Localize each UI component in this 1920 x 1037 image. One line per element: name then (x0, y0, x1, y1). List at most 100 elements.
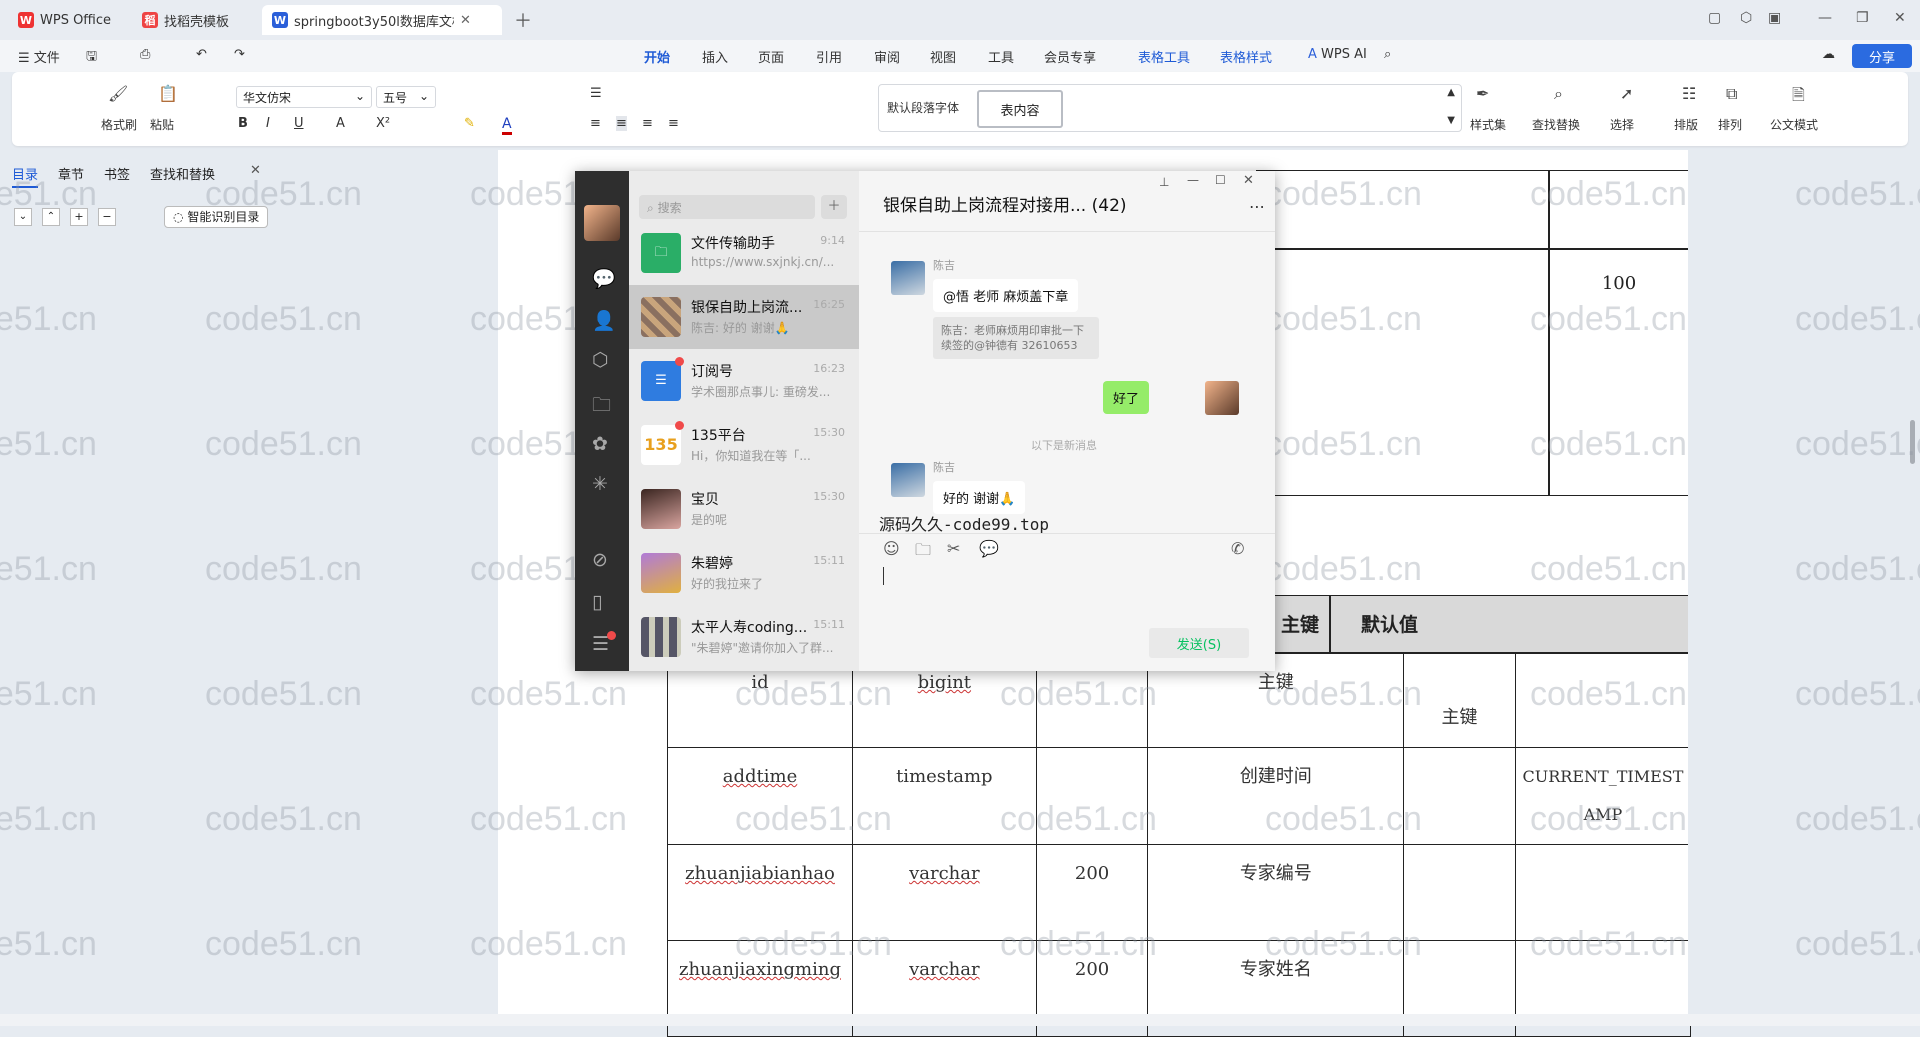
list-item[interactable]: ☰ 订阅号 16:23 学术圈那点事儿: 重磅发... (629, 349, 859, 413)
new-tab-icon[interactable]: ＋ (514, 7, 532, 33)
format-painter-label[interactable]: 格式刷 (101, 116, 137, 133)
find-icon[interactable]: ⌕ (1554, 84, 1563, 104)
arrange-label[interactable]: 排列 (1718, 116, 1742, 133)
tab-table-style[interactable]: 表格样式 (1220, 47, 1272, 66)
tab-tools[interactable]: 工具 (988, 47, 1014, 66)
nav-tab-find[interactable]: 查找和替换 (150, 164, 215, 183)
superscript-icon[interactable]: X² (376, 116, 390, 131)
style-table-content[interactable]: 表内容 (977, 90, 1063, 128)
tab-templates[interactable]: 稻 找稻壳模板 (132, 5, 239, 35)
bold-icon[interactable]: B (238, 116, 248, 131)
link-icon[interactable]: ⊘ (592, 549, 608, 571)
tab-page[interactable]: 页面 (758, 47, 784, 66)
redo-icon[interactable]: ↷ (234, 47, 245, 62)
paste-label[interactable]: 粘贴 (150, 116, 174, 133)
add-icon[interactable]: + (70, 208, 88, 226)
justify-icon[interactable]: ≡ (668, 116, 679, 131)
save-icon[interactable]: 🖫 (86, 47, 97, 69)
underline-icon[interactable]: U (294, 116, 304, 131)
more-icon[interactable]: ⋯ (1249, 197, 1265, 216)
folder-icon[interactable]: 🗀 (915, 539, 931, 566)
add-icon[interactable]: ＋ (821, 195, 847, 219)
send-button[interactable]: 发送(S) (1149, 628, 1249, 658)
tab-member[interactable]: 会员专享 (1044, 47, 1096, 66)
table-row[interactable]: addtime timestamp 创建时间 CURRENT_TIMESTAMP (667, 747, 1692, 845)
tab-start[interactable]: 开始 (644, 47, 670, 66)
align-right-icon[interactable]: ≡ (642, 116, 653, 131)
bullet-list-icon[interactable]: ☰ (590, 86, 602, 101)
print-icon[interactable]: ⎙ (140, 47, 150, 62)
cursor-icon[interactable]: ➚ (1620, 84, 1633, 103)
tab-view[interactable]: 视图 (930, 47, 956, 66)
maximize-icon[interactable]: ☐ (1215, 173, 1226, 187)
chat-bubble-icon[interactable]: 💬 (979, 539, 999, 558)
wps-ai-button[interactable]: A WPS AI (1308, 47, 1367, 62)
tab-references[interactable]: 引用 (816, 47, 842, 66)
layout-icon[interactable]: ▢ (1708, 10, 1721, 26)
restore-icon[interactable]: ❐ (1856, 10, 1869, 26)
find-replace-label[interactable]: 查找替换 (1532, 116, 1580, 133)
search-input[interactable]: ⌕ 搜索 (639, 195, 815, 219)
nav-tab-chapters[interactable]: 章节 (58, 164, 84, 183)
pin-icon[interactable]: ⊥ (1159, 175, 1169, 189)
tab-table-tools[interactable]: 表格工具 (1138, 47, 1190, 66)
mini-program-icon[interactable]: ✳ (592, 473, 608, 495)
moments-icon[interactable]: ✿ (592, 433, 608, 455)
format-painter-icon[interactable]: 🖌 (108, 84, 128, 103)
table-row[interactable]: zhuanjiabianhao varchar 200 专家编号 (667, 844, 1692, 941)
smart-toc-button[interactable]: ◌ 智能识别目录 (164, 206, 269, 228)
emoji-icon[interactable]: ☺ (883, 539, 900, 558)
close-icon[interactable]: ✕ (250, 163, 261, 178)
align-center-icon[interactable]: ≡ (616, 116, 627, 131)
remove-icon[interactable]: − (98, 208, 116, 226)
message-bubble[interactable]: 好的 谢谢🙏 (933, 481, 1026, 514)
chat-icon[interactable]: 💬 (592, 267, 616, 290)
tab-insert[interactable]: 插入 (702, 47, 728, 66)
layout-icon[interactable]: ☷ (1682, 84, 1696, 103)
minimize-icon[interactable]: — (1818, 10, 1832, 26)
paste-icon[interactable]: 📋 (158, 84, 178, 103)
collapse-icon[interactable]: ⌄ (14, 208, 32, 226)
scissors-icon[interactable]: ✂ (947, 539, 960, 558)
phone-icon[interactable]: ▯ (592, 591, 602, 613)
message-input[interactable] (879, 565, 1259, 621)
cloud-icon[interactable]: ☁ (1822, 47, 1835, 62)
italic-icon[interactable]: I (266, 116, 270, 131)
list-item[interactable]: 🗀 文件传输助手 9:14 https://www.sxjnkj.cn/... (629, 221, 859, 285)
list-item[interactable]: 太平人寿coding... 15:11 "朱碧婷"邀请你加入了群... (629, 605, 859, 669)
align-left-icon[interactable]: ≡ (590, 116, 601, 131)
strikethrough-icon[interactable]: A (336, 116, 345, 131)
quote-message[interactable]: 陈吉：老师麻烦用印审批一下 续签的@钟德有 32610653 (933, 317, 1099, 359)
close-window-icon[interactable]: ✕ (1894, 10, 1906, 26)
font-color-icon[interactable]: A (502, 116, 512, 135)
document-icon[interactable]: 🗎 (1792, 84, 1805, 111)
message-bubble[interactable]: @悟 老师 麻烦盖下章 (933, 279, 1079, 312)
menu-file[interactable]: ☰ 文件 (18, 47, 60, 66)
style-default[interactable]: 默认段落字体 (887, 99, 959, 116)
tab-document[interactable]: W springboot3y50l数据库文档 ✕ (262, 5, 502, 35)
search-icon[interactable]: ⌕ (1384, 47, 1391, 62)
folder-icon[interactable]: 🗀 (592, 391, 611, 423)
contacts-icon[interactable]: 👤 (592, 309, 616, 332)
tab-review[interactable]: 审阅 (874, 47, 900, 66)
highlight-icon[interactable]: ✎ (464, 116, 475, 131)
styles-label[interactable]: 样式集 (1470, 116, 1506, 133)
arrange-icon[interactable]: ⧉ (1726, 84, 1737, 104)
font-select[interactable]: 华文仿宋 ⌄ (236, 86, 372, 108)
undo-icon[interactable]: ↶ (196, 47, 207, 62)
size-select[interactable]: 五号 ⌄ (376, 86, 436, 108)
tab-wps-office[interactable]: W WPS Office (8, 5, 121, 35)
layout-label[interactable]: 排版 (1674, 116, 1698, 133)
scroll-down-icon[interactable]: ▼ (1447, 115, 1455, 126)
styles-icon[interactable]: ✒ (1476, 84, 1489, 103)
close-icon[interactable]: ✕ (1243, 173, 1254, 188)
list-item[interactable]: 135 135平台 15:30 Hi，你知道我在等「... (629, 413, 859, 477)
list-item[interactable]: 朱碧婷 15:11 好的我拉来了 (629, 541, 859, 605)
avatar-icon[interactable]: ▣ (1768, 10, 1781, 26)
list-item[interactable]: 银保自助上岗流... 16:25 陈吉: 好的 谢谢🙏 (629, 285, 859, 349)
my-message-bubble[interactable]: 好了 (1103, 381, 1150, 414)
nav-tab-toc[interactable]: 目录 (12, 164, 39, 188)
select-label[interactable]: 选择 (1610, 116, 1634, 133)
call-icon[interactable]: ✆ (1231, 539, 1244, 558)
nav-tab-bookmarks[interactable]: 书签 (104, 164, 130, 183)
